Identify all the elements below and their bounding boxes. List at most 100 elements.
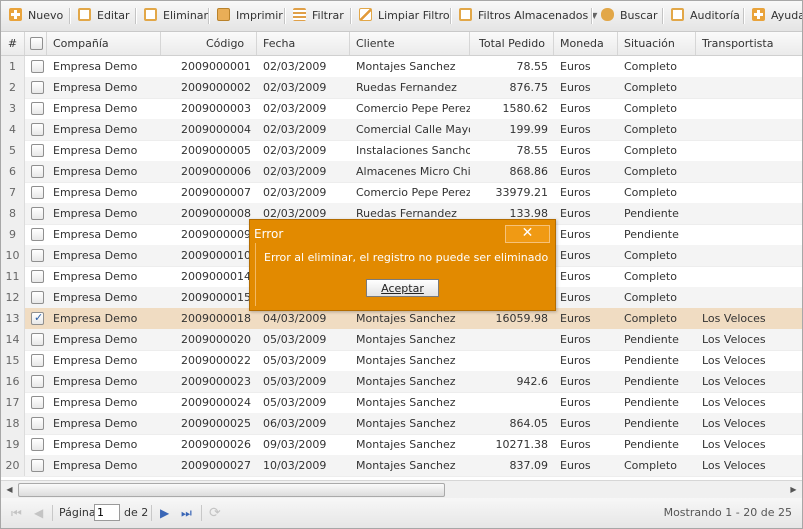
row-checkbox[interactable]: ✓	[31, 270, 44, 283]
row-number: 15	[1, 350, 25, 371]
row-checkbox[interactable]: ✓	[31, 102, 44, 115]
row-checkbox[interactable]: ✓	[31, 207, 44, 220]
print-button[interactable]: Imprimir	[217, 7, 283, 25]
cell-status: Completo	[624, 123, 677, 136]
column-header-row-number[interactable]: #	[1, 32, 25, 55]
table-row[interactable]: 16 ✓ Empresa Demo 2009000023 05/03/2009 Monta…	[1, 371, 802, 393]
row-number: 3	[1, 98, 25, 119]
horizontal-scrollbar[interactable]: ◀ ▶	[1, 480, 802, 499]
table-row[interactable]: 2 ✓ Empresa Demo 2009000002 02/03/2009 Ruedas…	[1, 77, 802, 99]
last-page-icon[interactable]: ⏭	[181, 505, 192, 521]
cell-currency: Euros	[560, 396, 591, 409]
row-checkbox[interactable]: ✓	[31, 291, 44, 304]
new-button[interactable]: Nuevo	[9, 7, 63, 25]
refresh-icon[interactable]: ⟳	[209, 505, 221, 521]
row-checkbox[interactable]: ✓	[31, 396, 44, 409]
cell-company: Empresa Demo	[53, 81, 138, 94]
cell-currency: Euros	[560, 270, 591, 283]
column-header-date[interactable]: Fecha	[257, 32, 350, 55]
row-checkbox[interactable]: ✓	[31, 123, 44, 136]
cell-carrier	[696, 77, 802, 98]
row-checkbox[interactable]: ✓	[31, 165, 44, 178]
first-page-icon[interactable]: ⏮	[11, 505, 22, 521]
table-row[interactable]: 20 ✓ Empresa Demo 2009000027 10/03/2009 Monta…	[1, 455, 802, 477]
column-header-carrier[interactable]: Transportista	[696, 32, 802, 55]
row-checkbox[interactable]: ✓	[31, 417, 44, 430]
accept-button[interactable]: Aceptar	[366, 279, 439, 297]
help-icon	[752, 8, 765, 21]
audit-button[interactable]: Auditoría	[671, 7, 740, 25]
cell-company: Empresa Demo	[53, 417, 138, 430]
stored-filters-dropdown[interactable]: Filtros Almacenados ▼	[459, 7, 597, 25]
cell-code: 2009000010	[181, 249, 251, 262]
table-row[interactable]: 18 ✓ Empresa Demo 2009000025 06/03/2009 Monta…	[1, 413, 802, 435]
close-icon[interactable]: ✕	[505, 225, 550, 243]
table-row[interactable]: 1 ✓ Empresa Demo 2009000001 02/03/2009 Montaj…	[1, 56, 802, 78]
row-checkbox[interactable]: ✓	[31, 459, 44, 472]
help-button[interactable]: Ayuda	[752, 7, 802, 25]
row-checkbox[interactable]: ✓	[31, 186, 44, 199]
row-number: 7	[1, 182, 25, 203]
column-header-company[interactable]: Compañía	[47, 32, 161, 55]
table-row[interactable]: 5 ✓ Empresa Demo 2009000005 02/03/2009 Instal…	[1, 140, 802, 162]
table-row[interactable]: 6 ✓ Empresa Demo 2009000006 02/03/2009 Almace…	[1, 161, 802, 183]
column-header-status[interactable]: Situación	[618, 32, 696, 55]
row-checkbox[interactable]: ✓	[31, 249, 44, 262]
cell-currency: Euros	[560, 102, 591, 115]
table-row[interactable]: 3 ✓ Empresa Demo 2009000003 02/03/2009 Comerc…	[1, 98, 802, 120]
row-checkbox[interactable]: ✓	[31, 438, 44, 451]
cell-carrier	[696, 56, 802, 77]
cell-company: Empresa Demo	[53, 459, 138, 472]
row-checkbox[interactable]: ✓	[31, 144, 44, 157]
row-checkbox[interactable]: ✓	[31, 228, 44, 241]
row-checkbox[interactable]: ✓	[31, 311, 44, 325]
filter-button[interactable]: Filtrar	[293, 7, 344, 25]
cell-carrier: Los Veloces	[702, 438, 766, 451]
cell-carrier	[696, 245, 802, 266]
help-label: Ayuda	[771, 9, 802, 22]
cell-currency: Euros	[560, 249, 591, 262]
table-row[interactable]: 15 ✓ Empresa Demo 2009000022 05/03/2009 Monta…	[1, 350, 802, 372]
row-checkbox[interactable]: ✓	[31, 81, 44, 94]
search-label: Buscar	[620, 9, 658, 22]
row-checkbox[interactable]: ✓	[31, 375, 44, 388]
column-header-code[interactable]: Código	[161, 32, 257, 55]
filter-icon	[293, 8, 306, 21]
row-checkbox[interactable]: ✓	[31, 333, 44, 346]
table-row[interactable]: 14 ✓ Empresa Demo 2009000020 05/03/2009 Monta…	[1, 329, 802, 351]
select-all-checkbox[interactable]: ✓	[30, 37, 43, 50]
table-row[interactable]: 19 ✓ Empresa Demo 2009000026 09/03/2009 Monta…	[1, 434, 802, 456]
column-header-select[interactable]: ✓	[25, 32, 47, 55]
page-number-input[interactable]	[94, 504, 120, 521]
cell-total: 1580.62	[502, 102, 549, 115]
row-checkbox[interactable]: ✓	[31, 60, 44, 73]
table-row[interactable]: 13 ✓ Empresa Demo 2009000018 04/03/2009 Monta…	[1, 308, 802, 330]
column-header-currency[interactable]: Moneda	[554, 32, 618, 55]
search-button[interactable]: Buscar	[601, 7, 658, 25]
scroll-left-icon[interactable]: ◀	[2, 482, 17, 497]
next-page-icon[interactable]: ▶	[160, 505, 169, 521]
cell-client: Montajes Sanchez	[356, 459, 456, 472]
table-row[interactable]: 4 ✓ Empresa Demo 2009000004 02/03/2009 Comerc…	[1, 119, 802, 141]
cell-company: Empresa Demo	[53, 228, 138, 241]
row-number: 14	[1, 329, 25, 350]
cell-client: Montajes Sanchez	[356, 438, 456, 451]
previous-page-icon[interactable]: ◀	[34, 505, 43, 521]
table-row[interactable]: 17 ✓ Empresa Demo 2009000024 05/03/2009 Monta…	[1, 392, 802, 414]
scrollbar-thumb[interactable]	[18, 483, 445, 497]
clear-filter-button[interactable]: Limpiar Filtro	[359, 7, 450, 25]
cell-currency: Euros	[560, 207, 591, 220]
column-header-client[interactable]: Cliente	[350, 32, 470, 55]
row-checkbox[interactable]: ✓	[31, 354, 44, 367]
cell-code: 2009000004	[181, 123, 251, 136]
edit-button[interactable]: Editar	[78, 7, 130, 25]
delete-button[interactable]: Eliminar	[144, 7, 208, 25]
delete-label: Eliminar	[163, 9, 209, 22]
column-header-total[interactable]: Total Pedido	[470, 32, 554, 55]
scroll-right-icon[interactable]: ▶	[786, 482, 801, 497]
table-row[interactable]: 7 ✓ Empresa Demo 2009000007 02/03/2009 Comerc…	[1, 182, 802, 204]
cell-date: 04/03/2009	[263, 312, 327, 325]
row-number: 20	[1, 455, 25, 476]
row-number: 1	[1, 56, 25, 77]
cell-currency: Euros	[560, 165, 591, 178]
